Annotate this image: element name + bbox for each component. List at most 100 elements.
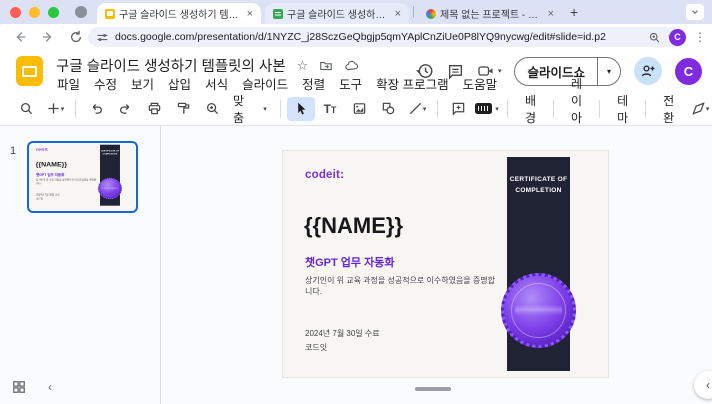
slide-page[interactable]: codeit: CERTIFICATE OF COMPLETION {{NAME… [283, 151, 608, 377]
mini-cert-statement: 상기인이 위 교육 과정을 성공적으로 이수하였음을 증명합니다. [36, 178, 98, 184]
grid-view-icon[interactable] [12, 380, 26, 394]
site-settings-icon[interactable] [96, 31, 109, 44]
apps-script-favicon-icon [426, 9, 436, 19]
cert-statement[interactable]: 상기인이 위 교육 과정을 성공적으로 이수하였음을 증명합니다. [305, 275, 500, 297]
cert-course-title[interactable]: 챗GPT 업무 자동화 [305, 254, 394, 270]
menu-insert[interactable]: 삽입 [161, 75, 198, 92]
close-tab-icon[interactable]: × [245, 8, 255, 20]
fit-zoom-select[interactable]: 맞춤 [227, 97, 255, 121]
new-slide-button[interactable]: ▾ [41, 97, 69, 121]
paint-format-icon[interactable] [169, 97, 197, 121]
star-document-icon[interactable]: ☆ [297, 58, 309, 74]
comments-icon[interactable] [447, 63, 464, 80]
slides-app-icon[interactable] [16, 56, 43, 86]
menu-view[interactable]: 보기 [124, 75, 161, 92]
horizontal-scrollbar[interactable] [415, 387, 451, 391]
insert-comment-tool[interactable] [444, 97, 472, 121]
mini-cert-name: {{NAME}} [36, 161, 67, 168]
side-panel-toggle-button[interactable]: ‹ [694, 371, 712, 399]
zoom-window-button[interactable] [48, 7, 59, 18]
version-history-icon[interactable] [416, 62, 434, 80]
meet-button[interactable]: ▾ [477, 63, 502, 79]
reload-icon[interactable] [64, 27, 88, 47]
pen-tool[interactable]: ▾ [686, 97, 712, 121]
cert-logo[interactable]: codeit: [305, 169, 344, 181]
menu-edit[interactable]: 수정 [87, 75, 124, 92]
collapse-filmstrip-icon[interactable]: ‹ [48, 380, 52, 394]
select-tool[interactable] [287, 97, 315, 121]
cert-seal[interactable] [501, 273, 576, 348]
mini-cert-seal [98, 178, 122, 199]
layout-button[interactable]: 레이아웃 [560, 97, 593, 121]
share-button[interactable] [634, 57, 662, 85]
slide-number: 1 [10, 145, 16, 157]
tab-strip: 구글 슬라이드 생성하기 템플릿의 사본 × 구글 슬라이드 생성하기 명단의 … [0, 0, 712, 24]
cert-date[interactable]: 2024년 7월 30일 수료 [305, 328, 380, 339]
text-box-tool[interactable]: TT [316, 97, 344, 121]
close-window-button[interactable] [10, 7, 21, 18]
search-menus-icon[interactable] [12, 97, 40, 121]
minimize-window-button[interactable] [29, 7, 40, 18]
document-title[interactable]: 구글 슬라이드 생성하기 템플릿의 사본 [56, 55, 286, 76]
fit-zoom-caret-icon[interactable]: ▾ [256, 97, 274, 121]
tab-search-button[interactable] [686, 4, 704, 20]
redo-icon[interactable] [111, 97, 139, 121]
line-options-icon[interactable]: ▾ [423, 105, 427, 113]
mini-cert-date: 2024년 7월 30일 수료 [36, 193, 60, 196]
window-controls [0, 7, 69, 18]
tab-sheets[interactable]: 구글 슬라이드 생성하기 명단의 사본 × [265, 3, 409, 24]
close-tab-icon[interactable]: × [546, 8, 556, 20]
pinned-tab-icon[interactable] [75, 6, 87, 18]
transition-button[interactable]: 전환 [652, 97, 685, 121]
browser-window: 구글 슬라이드 생성하기 템플릿의 사본 × 구글 슬라이드 생성하기 명단의 … [0, 0, 712, 404]
move-folder-icon[interactable] [319, 59, 333, 73]
input-tools-caret-icon[interactable]: ▾ [495, 105, 499, 113]
tab-apps-script[interactable]: 제목 없는 프로젝트 - 프로젝트 편집기 × [418, 3, 562, 24]
sheets-favicon-icon [273, 9, 283, 19]
tab-slides[interactable]: 구글 슬라이드 생성하기 템플릿의 사본 × [97, 3, 261, 24]
address-bar[interactable]: docs.google.com/presentation/d/1NYZC_j28… [88, 27, 686, 47]
tab-label: 구글 슬라이드 생성하기 템플릿의 사본 [119, 6, 241, 21]
cert-org[interactable]: 코드잇 [305, 342, 327, 353]
menu-file[interactable]: 파일 [50, 75, 87, 92]
close-tab-icon[interactable]: × [393, 8, 403, 20]
menu-format[interactable]: 서식 [198, 75, 235, 92]
zoom-page-icon[interactable] [648, 31, 661, 44]
forward-icon[interactable] [36, 27, 60, 47]
slideshow-options-icon[interactable]: ▾ [598, 67, 620, 76]
tab-divider [413, 6, 414, 18]
url-text[interactable]: docs.google.com/presentation/d/1NYZC_j28… [115, 31, 642, 43]
profile-avatar[interactable]: C [669, 29, 686, 46]
menu-arrange[interactable]: 정렬 [295, 75, 332, 92]
undo-icon[interactable] [82, 97, 110, 121]
zoom-icon[interactable] [198, 97, 226, 121]
pen-options-icon[interactable]: ▾ [706, 105, 710, 113]
insert-image-tool[interactable] [345, 97, 373, 121]
slide-canvas: codeit: CERTIFICATE OF COMPLETION {{NAME… [161, 126, 712, 404]
menu-slide[interactable]: 슬라이드 [235, 75, 295, 92]
cert-name-placeholder[interactable]: {{NAME}} [304, 213, 403, 239]
slides-favicon-icon [105, 9, 115, 19]
browser-navbar: docs.google.com/presentation/d/1NYZC_j28… [0, 24, 712, 50]
print-icon[interactable] [140, 97, 168, 121]
theme-button[interactable]: 테마 [606, 97, 639, 121]
slideshow-button[interactable]: 슬라이드쇼 ▾ [514, 57, 621, 86]
person-add-icon [640, 63, 656, 79]
cert-band-title: CERTIFICATE OF COMPLETION [507, 174, 570, 196]
background-button[interactable]: 배경 [514, 97, 547, 121]
input-tools-button[interactable]: ▾ [473, 97, 501, 121]
browser-menu-icon[interactable]: ⋮ [694, 30, 706, 44]
chevron-down-icon: ▾ [498, 67, 502, 75]
docs-header: 구글 슬라이드 생성하기 템플릿의 사본 ☆ 파일 수정 보기 삽입 서식 슬라… [0, 50, 712, 92]
new-tab-button[interactable]: + [562, 5, 586, 19]
insert-line-tool[interactable]: ▾ [403, 97, 431, 121]
camera-icon [477, 63, 495, 79]
insert-shape-tool[interactable] [374, 97, 402, 121]
cloud-status-icon[interactable] [344, 59, 359, 73]
new-slide-options-icon[interactable]: ▾ [61, 105, 65, 113]
back-icon[interactable] [8, 27, 32, 47]
account-avatar[interactable]: C [675, 58, 702, 85]
slide-thumbnail[interactable]: codeit: CERTIFICATE OF COMPLETION {{NAME… [27, 141, 138, 213]
mini-cert-logo: codeit: [36, 148, 48, 151]
menu-tools[interactable]: 도구 [332, 75, 369, 92]
